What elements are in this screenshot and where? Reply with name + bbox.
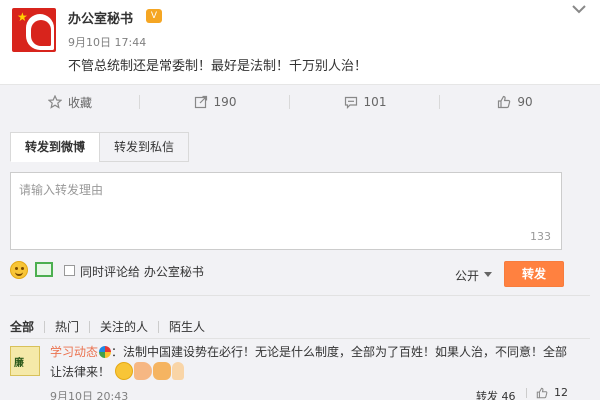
- thumbs-up-icon: [498, 95, 511, 109]
- forward-icon: [194, 95, 207, 109]
- forward-button[interactable]: 190: [140, 85, 290, 119]
- repost-text: 学习动态 ：法制中国建设势在必行！无论是什么制度，全部为了百姓！如果人治，不同意！…: [50, 342, 570, 382]
- char-count: 133: [530, 230, 551, 243]
- repost-user-avatar[interactable]: 廉: [10, 346, 40, 376]
- filter-strangers[interactable]: 陌生人: [159, 318, 215, 335]
- author-avatar[interactable]: ★: [12, 8, 56, 52]
- handshake-emoji-icon: [152, 362, 171, 380]
- victory-emoji-icon: [171, 362, 184, 380]
- repost-like-count: 12: [554, 386, 568, 399]
- filter-hot[interactable]: 热门: [45, 318, 89, 335]
- comment-also-checkbox[interactable]: [64, 265, 75, 276]
- repost-like-button[interactable]: 12: [536, 386, 568, 399]
- privacy-select[interactable]: 公开: [455, 267, 479, 284]
- comment-icon: [344, 96, 357, 109]
- author-name[interactable]: 办公室秘书: [68, 8, 133, 27]
- caret-down-icon[interactable]: [484, 272, 492, 277]
- thumbs-up-icon: [536, 387, 548, 398]
- filter-all[interactable]: 全部: [10, 318, 44, 335]
- clap-emoji-icon: [133, 362, 152, 380]
- vip-badge-icon[interactable]: V: [146, 9, 162, 23]
- flag-inner-shape: [31, 20, 51, 46]
- divider: [10, 338, 590, 339]
- chevron-down-icon[interactable]: [570, 2, 588, 16]
- forward-submit-button[interactable]: 转发: [504, 261, 564, 287]
- badge-icon[interactable]: [99, 346, 112, 358]
- tab-forward-to-message[interactable]: 转发到私信: [99, 132, 190, 162]
- post-action-bar: 收藏 190 101 90: [0, 84, 600, 118]
- repost-user-name[interactable]: 学习动态: [50, 345, 98, 359]
- star-icon: [47, 95, 62, 109]
- flag-star-icon: ★: [17, 10, 28, 24]
- divider: [10, 295, 590, 296]
- like-count: 90: [517, 95, 533, 109]
- smile-emoji-icon: [114, 362, 133, 380]
- forward-reason-input[interactable]: 请输入转发理由 133: [10, 172, 562, 250]
- favorite-label: 收藏: [67, 95, 92, 110]
- repost-forward-link[interactable]: 转发 46: [476, 388, 516, 400]
- tab-forward-to-weibo[interactable]: 转发到微博: [10, 132, 101, 162]
- original-post: ★ 办公室秘书 V 9月10日 17:44 不管总统制还是常委制！最好是法制！千…: [0, 0, 600, 84]
- forward-reason-placeholder: 请输入转发理由: [19, 183, 104, 197]
- comment-count: 101: [363, 95, 387, 109]
- forward-tabs: 转发到微博 转发到私信: [10, 132, 190, 162]
- comment-button[interactable]: 101: [290, 85, 440, 119]
- repost-time[interactable]: 9月10日 20:43: [50, 388, 128, 400]
- like-button[interactable]: 90: [440, 85, 590, 119]
- filter-following[interactable]: 关注的人: [90, 318, 158, 335]
- post-text: 不管总统制还是常委制！最好是法制！千万别人治！: [68, 59, 368, 74]
- forward-count: 190: [213, 95, 237, 109]
- image-icon[interactable]: [35, 262, 53, 277]
- emoji-icon[interactable]: [10, 261, 28, 279]
- favorite-button[interactable]: 收藏: [0, 85, 140, 119]
- comment-also-label[interactable]: 同时评论给 办公室秘书: [80, 263, 204, 280]
- post-time[interactable]: 9月10日 17:44: [68, 34, 146, 50]
- divider: [526, 388, 527, 398]
- repost-filter-tabs: 全部 热门 关注的人 陌生人: [10, 318, 215, 335]
